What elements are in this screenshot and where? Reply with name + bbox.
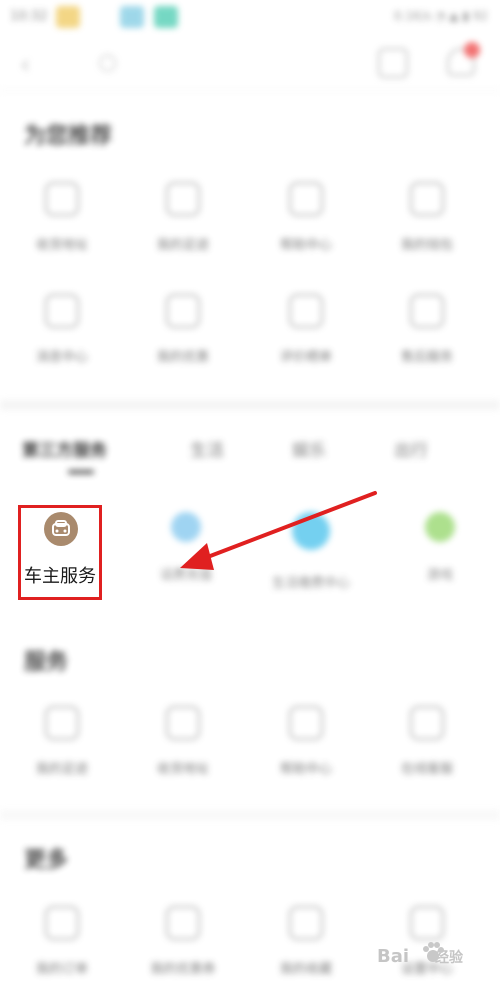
annotation-arrow (180, 491, 377, 570)
paw-icon (423, 942, 444, 962)
arrow-shaft (203, 491, 377, 560)
arrow-head (180, 543, 214, 570)
watermark-text: Bai (377, 946, 410, 967)
